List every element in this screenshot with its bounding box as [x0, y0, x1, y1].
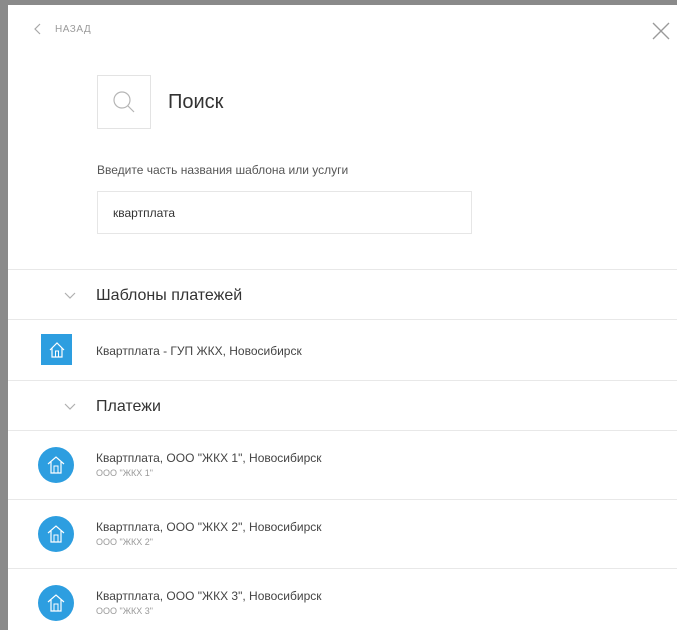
- search-input[interactable]: [97, 191, 472, 234]
- payment-item-title: Квартплата, ООО "ЖКХ 3", Новосибирск: [96, 589, 322, 603]
- house-icon: [41, 334, 72, 365]
- house-icon: [38, 447, 74, 483]
- close-icon: [652, 22, 670, 40]
- chevron-down-icon: [64, 403, 76, 410]
- divider: [8, 380, 677, 381]
- template-item[interactable]: Квартплата - ГУП ЖКХ, Новосибирск: [8, 320, 677, 380]
- divider: [8, 269, 677, 270]
- section-payments-label: Платежи: [96, 397, 161, 415]
- payment-item-subtitle: ООО "ЖКХ 1": [96, 468, 153, 478]
- search-icon: [113, 91, 135, 113]
- search-panel: НАЗАД Поиск Введите часть названия шабло…: [8, 5, 677, 630]
- back-label: НАЗАД: [55, 23, 92, 35]
- window-frame-left: [0, 0, 8, 630]
- payment-item-title: Квартплата, ООО "ЖКХ 2", Новосибирск: [96, 520, 322, 534]
- payment-item[interactable]: Квартплата, ООО "ЖКХ 3", Новосибирск ООО…: [8, 569, 677, 630]
- template-item-title: Квартплата - ГУП ЖКХ, Новосибирск: [96, 344, 302, 358]
- payment-item-subtitle: ООО "ЖКХ 2": [96, 537, 153, 547]
- payment-item[interactable]: Квартплата, ООО "ЖКХ 1", Новосибирск ООО…: [8, 431, 677, 499]
- section-templates-header[interactable]: Шаблоны платежей: [8, 271, 677, 320]
- chevron-down-icon: [64, 292, 76, 299]
- house-icon: [38, 516, 74, 552]
- search-icon-box: [97, 75, 151, 129]
- payment-item-title: Квартплата, ООО "ЖКХ 1", Новосибирск: [96, 451, 322, 465]
- chevron-left-icon: [34, 23, 41, 35]
- section-templates-label: Шаблоны платежей: [96, 286, 243, 304]
- page-title: Поиск: [168, 91, 224, 113]
- house-icon: [38, 585, 74, 621]
- section-payments-header[interactable]: Платежи: [8, 382, 677, 431]
- search-hint: Введите часть названия шаблона или услуг…: [97, 163, 349, 177]
- payment-item-subtitle: ООО "ЖКХ 3": [96, 606, 153, 616]
- payment-item[interactable]: Квартплата, ООО "ЖКХ 2", Новосибирск ООО…: [8, 500, 677, 568]
- close-button[interactable]: [651, 21, 671, 41]
- back-button[interactable]: НАЗАД: [34, 23, 91, 35]
